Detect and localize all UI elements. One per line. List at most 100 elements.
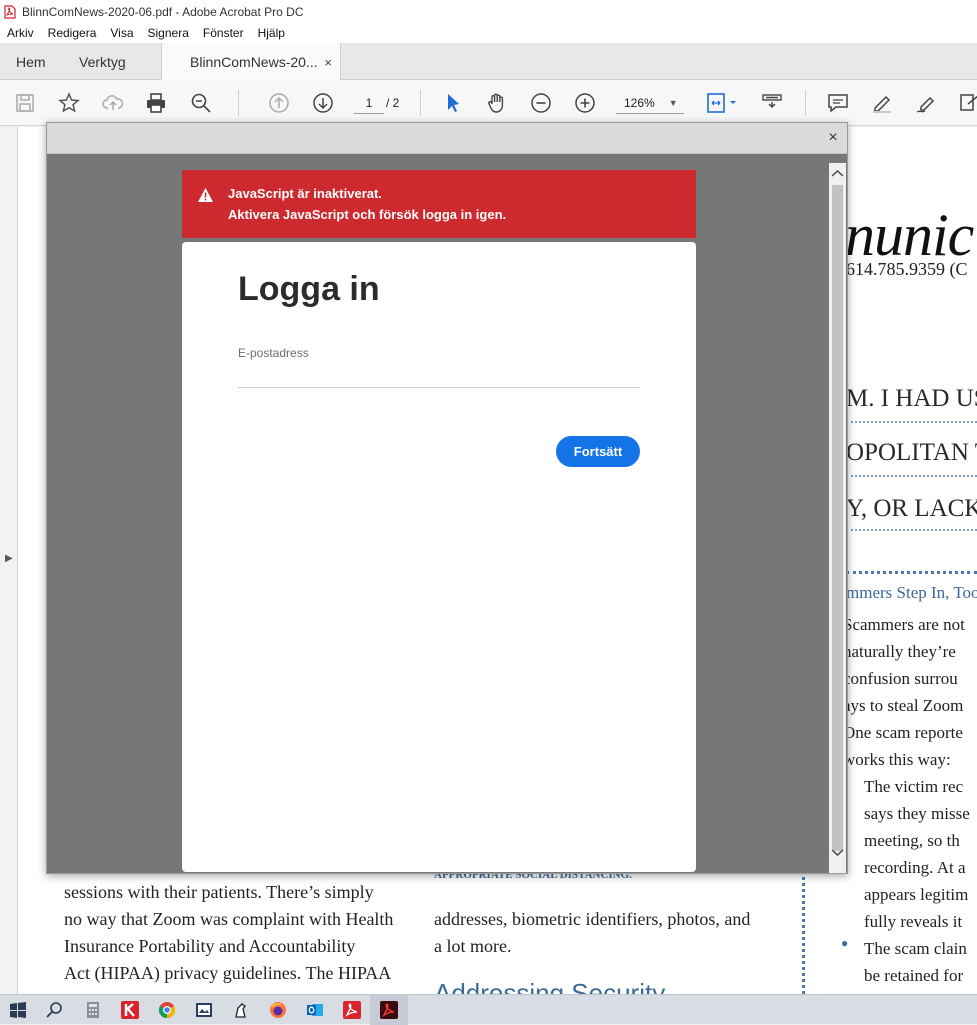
left-column-paragraph: sessions with their patients. There’s si… <box>64 879 393 987</box>
email-label: E-postadress <box>238 346 309 360</box>
select-cursor-icon[interactable] <box>441 91 465 115</box>
calculator-icon[interactable] <box>83 1000 103 1020</box>
print-icon[interactable] <box>144 91 168 115</box>
dotted-rule <box>846 421 977 423</box>
search-icon[interactable] <box>45 1000 65 1020</box>
close-tab-icon[interactable]: × <box>324 55 332 70</box>
menu-fonster[interactable]: Fönster <box>203 26 244 40</box>
app-icon[interactable] <box>194 1000 214 1020</box>
text-line: ays to steal Zoom <box>843 696 964 715</box>
expand-panel-icon[interactable]: ▶ <box>5 553 13 564</box>
page-total: / 2 <box>386 96 400 110</box>
alert-message: Aktivera JavaScript och försök logga in … <box>228 207 507 222</box>
tab-document[interactable]: BlinnComNews-20... × <box>161 43 341 81</box>
tab-document-label: BlinnComNews-20... <box>190 54 318 70</box>
scrollbar-thumb[interactable] <box>832 185 843 851</box>
bookmark-star-icon[interactable] <box>57 91 81 115</box>
scroll-mode-icon[interactable] <box>760 91 784 115</box>
dialog-header <box>47 123 847 154</box>
text-line: addresses, biometric identifiers, photos… <box>434 909 751 929</box>
section-title: mmers Step In, Too <box>846 583 977 602</box>
firefox-icon[interactable] <box>268 1000 288 1020</box>
text-line: works this way: <box>843 750 951 769</box>
tab-bar: Hem Verktyg BlinnComNews-20... × <box>0 43 977 81</box>
text-line: a lot more. <box>434 936 512 956</box>
bullet-dot: ● <box>841 936 849 950</box>
warning-icon <box>198 188 213 202</box>
section-divider <box>846 571 977 574</box>
hand-tool-icon[interactable] <box>485 91 509 115</box>
sign-pen-icon[interactable] <box>914 91 938 115</box>
text-line: One scam reporte <box>843 723 963 742</box>
scroll-up-icon[interactable] <box>829 165 846 183</box>
comment-icon[interactable] <box>826 91 850 115</box>
text-line: The scam clain <box>864 939 967 958</box>
text-line: Act (HIPAA) privacy guidelines. The HIPA… <box>64 963 392 983</box>
dotted-rule <box>846 475 977 477</box>
text-line: The victim rec <box>864 777 964 796</box>
upload-cloud-icon[interactable] <box>101 91 125 115</box>
text-line: be retained for <box>864 966 964 985</box>
text-line: naturally they’re <box>843 642 956 661</box>
page-heading: M. I HAD USE <box>846 385 977 412</box>
toolbar: 1 / 2 126% ▼ <box>0 80 977 126</box>
text-line: recording. At a <box>864 858 966 877</box>
close-dialog-icon[interactable]: × <box>824 129 842 147</box>
continue-button[interactable]: Fortsätt <box>556 436 640 467</box>
text-line: confusion surrou <box>843 669 958 688</box>
login-card: Logga in E-postadress Fortsätt <box>182 242 696 872</box>
menu-hjalp[interactable]: Hjälp <box>258 26 285 40</box>
masthead-phone: 614.785.9359 (C <box>846 259 968 279</box>
bullet-item: The victim rec says they misse meeting, … <box>864 773 970 935</box>
acrobat-reader-icon[interactable] <box>342 1000 362 1020</box>
windows-taskbar <box>0 994 977 1025</box>
zoom-out-icon[interactable] <box>529 91 553 115</box>
bullet-item: The scam clain be retained for <box>864 935 967 989</box>
email-field[interactable] <box>238 364 640 388</box>
fit-page-icon[interactable] <box>704 91 740 115</box>
zoom-search-icon[interactable] <box>189 91 213 115</box>
text-line: appears legitim <box>864 885 969 904</box>
previous-page-icon[interactable] <box>267 91 291 115</box>
toolbar-separator <box>420 90 421 116</box>
page-heading: Y, OR LACK O <box>846 495 977 522</box>
page-number-input[interactable]: 1 <box>354 92 384 114</box>
text-line: Scammers are not <box>843 615 965 634</box>
page-heading: OPOLITAN TE <box>846 439 977 466</box>
tab-tools[interactable]: Verktyg <box>79 43 126 80</box>
text-line: no way that Zoom was complaint with Heal… <box>64 909 394 929</box>
chevron-down-icon: ▼ <box>668 97 678 108</box>
menu-redigera[interactable]: Redigera <box>48 26 97 40</box>
highlight-pen-icon[interactable] <box>870 91 894 115</box>
zoom-in-icon[interactable] <box>573 91 597 115</box>
toolbar-separator <box>238 90 239 116</box>
toolbar-separator <box>805 90 806 116</box>
save-icon[interactable] <box>13 91 37 115</box>
text-line: sessions with their patients. There’s si… <box>64 882 374 902</box>
menu-visa[interactable]: Visa <box>110 26 133 40</box>
zoom-level-select[interactable]: 126% ▼ <box>616 92 684 114</box>
zoom-level-value: 126% <box>624 95 655 110</box>
text-line: says they misse <box>864 804 970 823</box>
menu-signera[interactable]: Signera <box>148 26 189 40</box>
middle-column-paragraph: addresses, biometric identifiers, photos… <box>434 906 750 960</box>
next-page-icon[interactable] <box>311 91 335 115</box>
menu-arkiv[interactable]: Arkiv <box>7 26 34 40</box>
title-bar: BlinnComNews-2020-06.pdf - Adobe Acrobat… <box>0 0 977 23</box>
tab-home[interactable]: Hem <box>16 43 46 80</box>
dotted-rule <box>846 529 977 531</box>
start-icon[interactable] <box>8 1000 28 1020</box>
column-divider <box>802 871 805 994</box>
more-tools-icon[interactable] <box>957 91 977 115</box>
text-line: meeting, so th <box>864 831 960 850</box>
scroll-down-icon[interactable] <box>829 843 846 861</box>
right-column-paragraph: Scammers are not naturally they’re confu… <box>843 611 965 773</box>
chrome-icon[interactable] <box>157 1000 177 1020</box>
k-app-icon[interactable] <box>120 1000 140 1020</box>
window-title: BlinnComNews-2020-06.pdf - Adobe Acrobat… <box>22 4 304 19</box>
text-line: Insurance Portability and Accountability <box>64 936 356 956</box>
outlook-icon[interactable] <box>305 1000 325 1020</box>
javascript-disabled-alert: JavaScript är inaktiverat. Aktivera Java… <box>182 170 696 238</box>
acrobat-pro-icon[interactable] <box>379 1000 399 1020</box>
app-icon[interactable] <box>231 1000 251 1020</box>
